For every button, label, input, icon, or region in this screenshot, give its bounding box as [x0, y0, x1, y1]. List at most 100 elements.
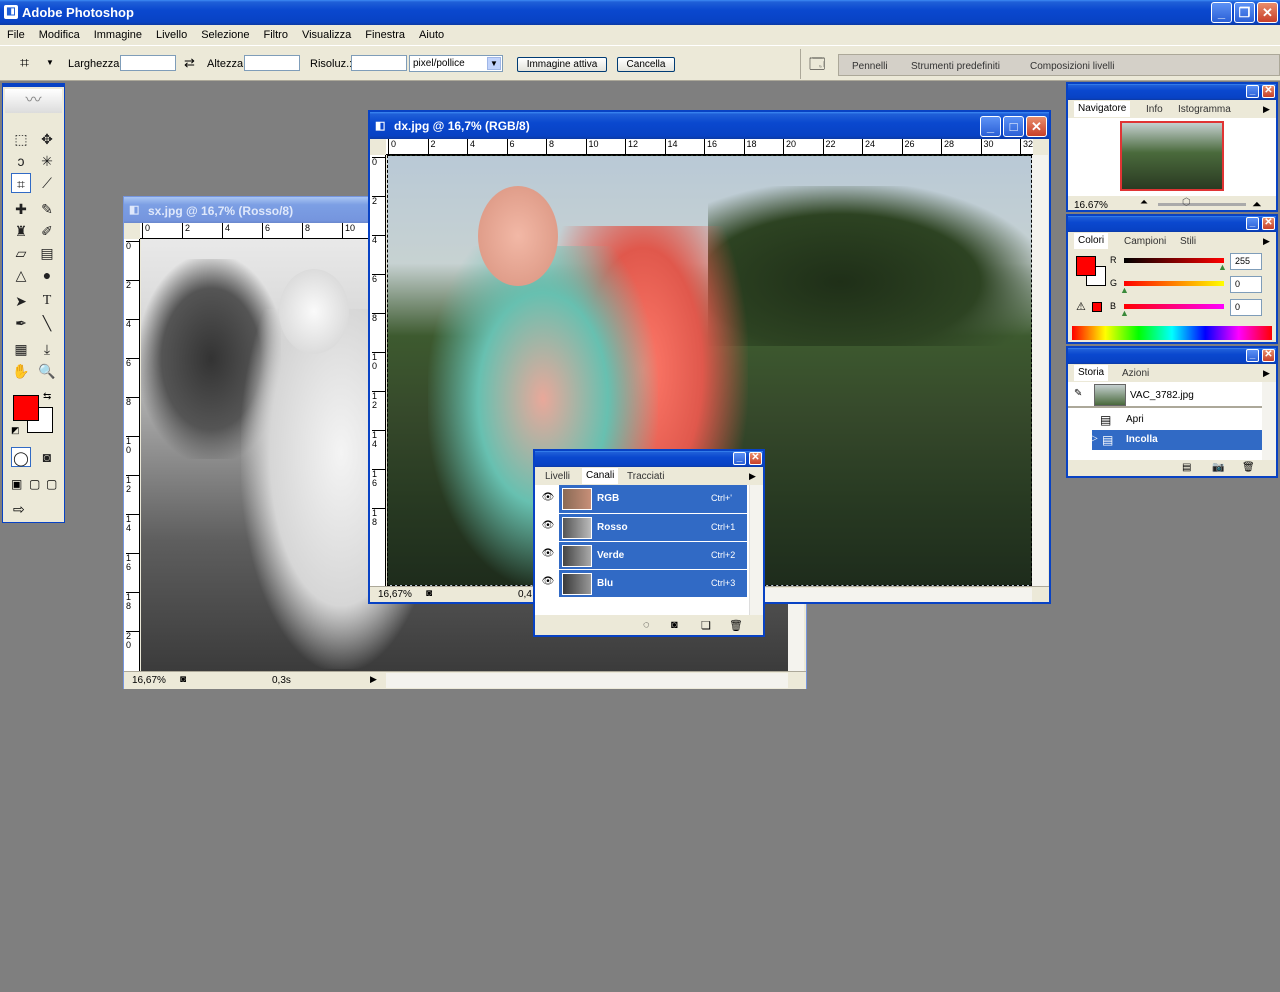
- g-slider-thumb[interactable]: ▲: [1120, 285, 1129, 295]
- tab-canali[interactable]: Canali: [582, 468, 619, 484]
- type-tool-icon[interactable]: T: [37, 291, 57, 311]
- navigator-title-bar[interactable]: _ ✕: [1068, 84, 1276, 100]
- navigator-close-button[interactable]: ✕: [1262, 85, 1275, 98]
- resolution-unit-select[interactable]: pixel/pollice ▼: [409, 55, 503, 72]
- menu-filtro[interactable]: Filtro: [257, 25, 295, 45]
- default-colors-icon[interactable]: ◩: [11, 425, 20, 436]
- screen-mode-standard-icon[interactable]: ▣: [11, 477, 22, 491]
- healing-brush-icon[interactable]: ✚: [11, 199, 31, 219]
- zoom-slider[interactable]: [1158, 203, 1246, 206]
- clone-stamp-icon[interactable]: ♜: [11, 221, 31, 241]
- new-document-from-state-icon[interactable]: ▤: [1182, 462, 1191, 473]
- channel-row-rgb[interactable]: 👁 RGB Ctrl+': [535, 485, 763, 513]
- crop-tool-preset-icon[interactable]: ⌗: [20, 55, 29, 73]
- history-minimize-button[interactable]: _: [1246, 349, 1259, 362]
- tab-stili[interactable]: Stili: [1180, 235, 1196, 249]
- hand-tool-icon[interactable]: ✋: [11, 361, 31, 381]
- doc-sx-horizontal-scrollbar[interactable]: [386, 673, 788, 688]
- palette-menu-arrow-icon[interactable]: ▶: [749, 471, 756, 482]
- doc-dx-title-bar[interactable]: ◧ dx.jpg @ 16,7% (RGB/8) _ □ ✕: [370, 112, 1049, 139]
- channel-row-rosso[interactable]: 👁 Rosso Ctrl+1: [535, 513, 763, 541]
- channels-minimize-button[interactable]: _: [733, 452, 746, 465]
- resolution-input[interactable]: [351, 55, 407, 71]
- r-slider[interactable]: [1124, 258, 1224, 263]
- channel-row-blu[interactable]: 👁 Blu Ctrl+3: [535, 569, 763, 597]
- height-input[interactable]: [244, 55, 300, 71]
- chevron-down-icon[interactable]: ▼: [487, 57, 501, 70]
- lasso-tool-icon[interactable]: ↄ: [11, 151, 31, 171]
- g-slider[interactable]: [1124, 281, 1224, 286]
- b-slider-thumb[interactable]: ▲: [1120, 308, 1129, 318]
- tab-istogramma[interactable]: Istogramma: [1178, 103, 1231, 117]
- doc-dx-minimize-button[interactable]: _: [980, 116, 1001, 137]
- doc-dx-zoom-value[interactable]: 16,67%: [378, 589, 412, 600]
- eye-icon[interactable]: 👁: [541, 576, 555, 590]
- swap-dimensions-icon[interactable]: ⇄: [184, 55, 195, 71]
- menu-selezione[interactable]: Selezione: [194, 25, 256, 45]
- history-item-apri[interactable]: ▤ Apri: [1068, 410, 1262, 430]
- menu-immagine[interactable]: Immagine: [87, 25, 149, 45]
- app-minimize-button[interactable]: _: [1211, 2, 1232, 23]
- eye-icon[interactable]: 👁: [541, 520, 555, 534]
- tab-info[interactable]: Info: [1146, 103, 1163, 117]
- b-slider[interactable]: [1124, 304, 1224, 309]
- status-menu-arrow-icon[interactable]: ▶: [370, 674, 377, 685]
- eyedropper-icon[interactable]: ⤓: [37, 339, 57, 359]
- magic-wand-icon[interactable]: ✳: [37, 151, 57, 171]
- path-selection-icon[interactable]: ➤: [11, 291, 31, 311]
- doc-dx-status-icon[interactable]: ◙: [426, 588, 432, 599]
- width-input[interactable]: [120, 55, 176, 71]
- cancel-button[interactable]: Cancella: [617, 57, 675, 72]
- well-tab-pennelli[interactable]: Pennelli: [852, 60, 888, 74]
- menu-file[interactable]: File: [0, 25, 32, 45]
- zoom-slider-thumb[interactable]: ⬡: [1182, 197, 1191, 208]
- new-channel-icon[interactable]: ❏: [701, 619, 711, 632]
- zoom-out-icon[interactable]: ⏶: [1140, 197, 1148, 208]
- tab-campioni[interactable]: Campioni: [1124, 235, 1166, 249]
- r-value-input[interactable]: 255: [1230, 253, 1262, 270]
- r-slider-thumb[interactable]: ▲: [1218, 262, 1227, 272]
- history-close-button[interactable]: ✕: [1262, 349, 1275, 362]
- new-snapshot-icon[interactable]: 📷: [1212, 462, 1224, 473]
- doc-dx-vertical-scrollbar[interactable]: [1032, 155, 1048, 586]
- b-value-input[interactable]: 0: [1230, 299, 1262, 316]
- load-selection-icon[interactable]: ◌: [643, 619, 650, 631]
- tab-navigatore[interactable]: Navigatore: [1074, 101, 1131, 117]
- tab-storia[interactable]: Storia: [1074, 365, 1109, 381]
- doc-dx-maximize-button[interactable]: □: [1003, 116, 1024, 137]
- dodge-tool-icon[interactable]: ●: [37, 265, 57, 285]
- colors-title-bar[interactable]: _ ✕: [1068, 216, 1276, 232]
- warning-icon[interactable]: ⚠: [1076, 300, 1086, 313]
- colors-minimize-button[interactable]: _: [1246, 217, 1259, 230]
- menu-aiuto[interactable]: Aiuto: [412, 25, 451, 45]
- jump-to-imageready-icon[interactable]: ⇨: [13, 501, 25, 518]
- history-brush-icon[interactable]: ✐: [37, 221, 57, 241]
- save-selection-icon[interactable]: ◙: [671, 619, 678, 631]
- menu-modifica[interactable]: Modifica: [32, 25, 87, 45]
- notes-tool-icon[interactable]: ▦: [11, 339, 31, 359]
- active-image-button[interactable]: Immagine attiva: [517, 57, 607, 72]
- tab-azioni[interactable]: Azioni: [1122, 367, 1149, 381]
- crop-tool-icon[interactable]: ⌗: [11, 173, 31, 193]
- history-scrollbar[interactable]: [1262, 382, 1276, 460]
- colors-close-button[interactable]: ✕: [1262, 217, 1275, 230]
- brush-tool-icon[interactable]: ✎: [37, 199, 57, 219]
- zoom-tool-icon[interactable]: 🔍: [37, 361, 57, 381]
- tab-colori[interactable]: Colori: [1074, 233, 1109, 249]
- move-tool-icon[interactable]: ✥: [37, 129, 57, 149]
- well-tab-strumenti[interactable]: Strumenti predefiniti: [911, 60, 1000, 74]
- line-tool-icon[interactable]: ╲: [37, 313, 57, 333]
- channels-close-button[interactable]: ✕: [749, 452, 762, 465]
- menu-visualizza[interactable]: Visualizza: [295, 25, 358, 45]
- app-close-button[interactable]: ✕: [1257, 2, 1278, 23]
- slice-tool-icon[interactable]: ⟋: [37, 173, 57, 193]
- swap-colors-icon[interactable]: ⇆: [43, 391, 51, 402]
- gradient-tool-icon[interactable]: ▤: [37, 243, 57, 263]
- channel-row-verde[interactable]: 👁 Verde Ctrl+2: [535, 541, 763, 569]
- screen-mode-full-icon[interactable]: ▢: [46, 477, 57, 491]
- g-value-input[interactable]: 0: [1230, 276, 1262, 293]
- tab-livelli[interactable]: Livelli: [545, 470, 570, 484]
- channels-title-bar[interactable]: _ ✕: [535, 451, 763, 467]
- trash-icon[interactable]: 🗑: [1242, 462, 1255, 473]
- color-ramp[interactable]: [1072, 326, 1272, 340]
